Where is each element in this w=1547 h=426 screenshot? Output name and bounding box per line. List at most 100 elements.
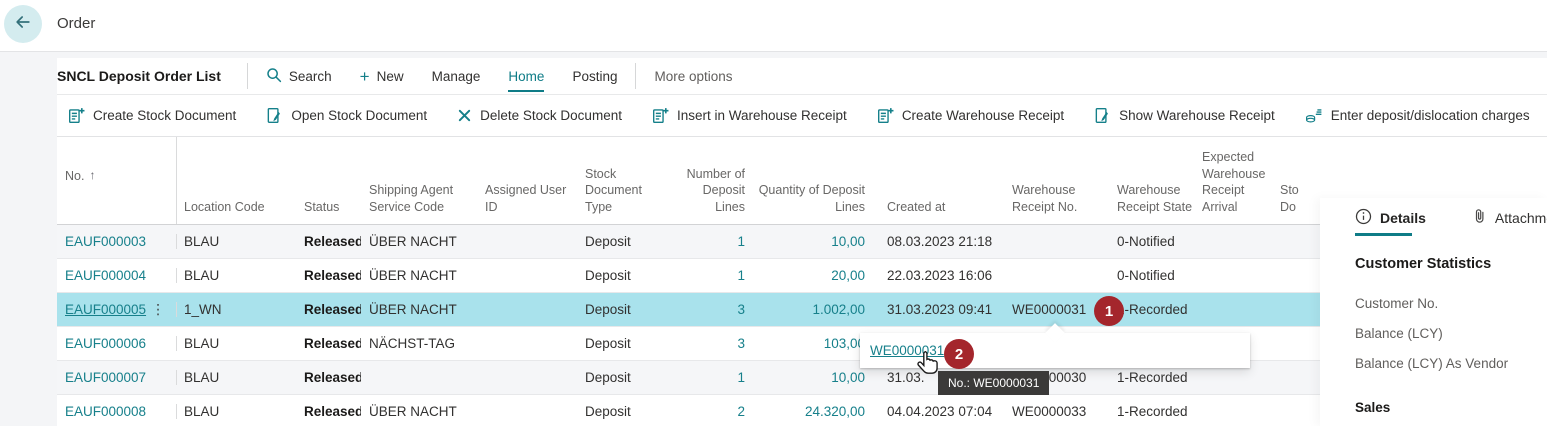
cell-shipping: ÜBER NACHT [361, 302, 477, 317]
x-icon [457, 108, 472, 123]
cell-stock_type: Deposit [577, 370, 671, 385]
cell-shipping: NÄCHST-TAG [361, 336, 477, 351]
cell-no: EAUF000004 [57, 268, 177, 283]
plus-icon: + [360, 68, 370, 85]
panel-subsection-title: Sales [1355, 400, 1547, 415]
cell-location: BLAU [176, 268, 296, 283]
panel-fields: Customer No.Balance (LCY)Balance (LCY) A… [1355, 296, 1547, 386]
cell-created: 31.03.2023 09:41 [867, 302, 1012, 317]
menu-item-manage[interactable]: Manage [432, 58, 481, 94]
cell-receipt_state: 0-Notified [1115, 268, 1202, 283]
action-insert-in-warehouse-receipt[interactable]: Insert in Warehouse Receipt [652, 107, 847, 124]
panel-section-title: Customer Statistics [1355, 256, 1547, 272]
column-header-num_lines[interactable]: Number of Deposit Lines [671, 166, 749, 225]
details-panel: Details Attachments Customer Statistics … [1320, 198, 1547, 426]
cell-location: BLAU [176, 404, 296, 419]
action-open-stock-document[interactable]: Open Stock Document [266, 107, 427, 124]
column-header-created[interactable]: Created at [867, 199, 1012, 225]
column-header-location[interactable]: Location Code [176, 199, 296, 225]
cell-location: BLAU [176, 370, 296, 385]
column-header-assigned[interactable]: Assigned User ID [477, 182, 577, 224]
cell-no: EAUF000003 [57, 234, 177, 249]
column-header-qty[interactable]: Quantity of Deposit Lines [749, 182, 867, 224]
column-header-no[interactable]: No.↑ [57, 137, 177, 224]
menu-item-new[interactable]: +New [360, 58, 404, 94]
menu-item-search[interactable]: Search [266, 58, 332, 94]
cell-status: Released [296, 370, 361, 385]
action-create-stock-document[interactable]: Create Stock Document [68, 107, 236, 124]
page-header: Order [0, 0, 1547, 52]
list-title: SNCL Deposit Order List [57, 68, 221, 84]
panel-tabs: Details Attachments [1355, 208, 1547, 236]
order-no-link[interactable]: EAUF000004 [65, 268, 146, 283]
sort-ascending-icon: ↑ [89, 168, 95, 184]
info-icon [1355, 208, 1372, 228]
cell-stock_type: Deposit [577, 336, 671, 351]
cell-location: BLAU [176, 336, 296, 351]
doc-plus-icon [68, 107, 85, 124]
cell-created: 22.03.2023 16:06 [867, 268, 1012, 283]
column-header-expected[interactable]: Expected Warehouse Receipt Arrival [1202, 149, 1280, 224]
cell-status: Released [296, 404, 361, 419]
cell-stock_type: Deposit [577, 302, 671, 317]
cell-shipping: ÜBER NACHT [361, 268, 477, 283]
cell-status: Released [296, 336, 361, 351]
order-no-link[interactable]: EAUF000008 [65, 404, 146, 419]
order-no-link[interactable]: EAUF000006 [65, 336, 146, 351]
annotation-badge-2: 2 [944, 339, 974, 369]
hover-tooltip: No.: WE0000031 [938, 371, 1049, 395]
arrow-left-icon [13, 12, 33, 37]
menu-item-home[interactable]: Home [508, 58, 544, 94]
cell-location: 1_WN [176, 302, 296, 317]
column-header-status[interactable]: Status [296, 199, 361, 225]
annotation-badge-1: 1 [1094, 296, 1124, 326]
doc-plus-icon [652, 107, 669, 124]
cell-no: EAUF000006 [57, 336, 177, 351]
cell-shipping: ÜBER NACHT [361, 234, 477, 249]
action-delete-stock-document[interactable]: Delete Stock Document [457, 108, 622, 123]
cell-num_lines: 1 [671, 370, 749, 385]
row-options-icon[interactable]: ⋮ [151, 301, 165, 318]
cell-num_lines: 1 [671, 234, 749, 249]
cell-num_lines: 3 [671, 302, 749, 317]
order-no-link[interactable]: EAUF000007 [65, 370, 146, 385]
column-header-stock_type[interactable]: Stock Document Type [577, 166, 671, 225]
tab-attachments[interactable]: Attachments [1472, 208, 1547, 236]
panel-field-label: Customer No. [1355, 296, 1547, 326]
cell-receipt_state: 1-Recorded [1115, 302, 1202, 317]
cell-created: 08.03.2023 21:18 [867, 234, 1012, 249]
action-enter-deposit-dislocation-charges[interactable]: Enter deposit/dislocation charges [1305, 107, 1530, 124]
order-no-link[interactable]: EAUF000005 [65, 302, 146, 317]
cell-num_lines: 3 [671, 336, 749, 351]
column-header-shipping[interactable]: Shipping Agent Service Code [361, 182, 477, 224]
divider [247, 63, 248, 89]
tab-details[interactable]: Details [1355, 208, 1426, 236]
cell-status: Released [296, 234, 361, 249]
command-bar: SNCL Deposit Order List Search +New Manage… [57, 58, 1547, 95]
cell-stock_type: Deposit [577, 404, 671, 419]
cell-num_lines: 2 [671, 404, 749, 419]
column-header-receipt_state[interactable]: Warehouse Receipt State [1115, 182, 1202, 224]
page-title: Order [57, 15, 95, 32]
column-header-receipt_no[interactable]: Warehouse Receipt No. [1012, 182, 1115, 224]
back-button[interactable] [4, 5, 42, 43]
page: Order SNCL Deposit Order List Search +New… [0, 0, 1547, 426]
action-create-warehouse-receipt[interactable]: Create Warehouse Receipt [877, 107, 1064, 124]
paperclip-icon [1472, 208, 1487, 228]
cell-no: EAUF000007 [57, 370, 177, 385]
command-menu: Search +New Manage Home Posting [252, 58, 632, 94]
doc-plus-icon [877, 107, 894, 124]
action-show-warehouse-receipt[interactable]: Show Warehouse Receipt [1094, 107, 1275, 124]
cell-location: BLAU [176, 234, 296, 249]
more-options-button[interactable]: More options [654, 58, 732, 94]
cell-receipt_no: WE0000033 [1012, 404, 1115, 419]
menu-item-posting[interactable]: Posting [572, 58, 617, 94]
cell-receipt_state: 0-Notified [1115, 234, 1202, 249]
cell-stock_type: Deposit [577, 268, 671, 283]
cell-no: EAUF000005 ⋮ [57, 301, 177, 318]
cell-status: Released [296, 268, 361, 283]
order-no-link[interactable]: EAUF000003 [65, 234, 146, 249]
doc-edit-icon [266, 107, 283, 124]
action-bar: Create Stock Document Open Stock Document… [57, 95, 1547, 137]
cell-qty: 20,00 [749, 268, 867, 283]
